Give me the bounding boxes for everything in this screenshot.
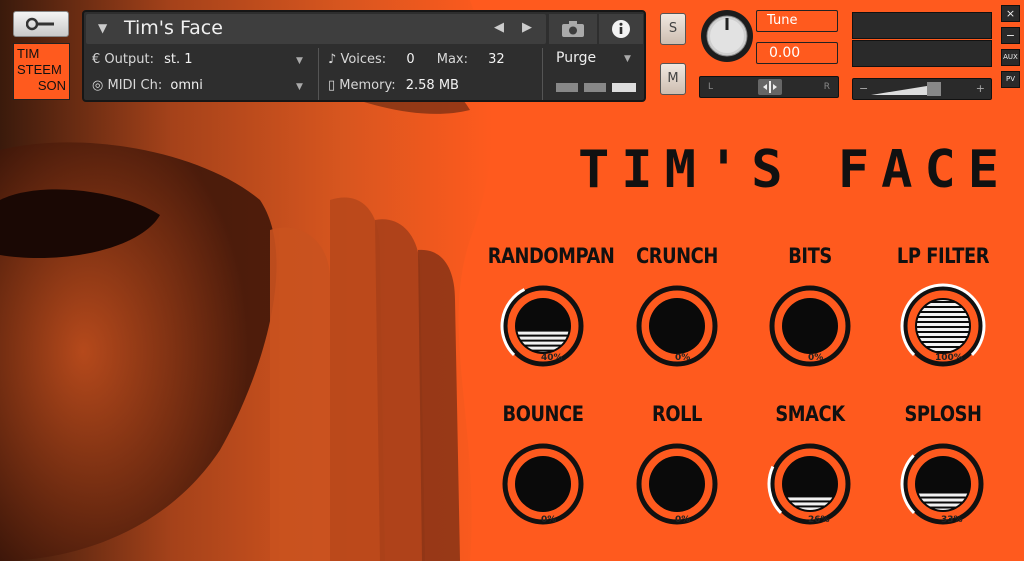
voices-label: Voices: [340, 52, 387, 67]
cpu-meter-segment [556, 83, 578, 92]
snapshot-button[interactable] [549, 14, 597, 44]
output-label: Output: [104, 52, 154, 67]
purge-menu[interactable]: Purge ▼ [546, 48, 642, 72]
pan-slider[interactable]: L R [699, 76, 839, 98]
tune-knob[interactable] [700, 9, 754, 63]
output-dropdown-icon[interactable]: ▼ [296, 56, 303, 66]
midi-value: omni [170, 78, 203, 93]
volume-plus-label: + [975, 82, 985, 95]
cpu-meter-segment [612, 83, 636, 92]
output-icon: € [92, 52, 105, 67]
instrument-title[interactable]: Tim's Face [124, 17, 223, 39]
knob-value-readout: 40% [541, 353, 563, 363]
knob-label: BOUNCE [502, 402, 584, 426]
memory-label: Memory: [339, 78, 396, 93]
knob-label: CRUNCH [636, 244, 718, 268]
title-row: ▼ Tim's Face ◀ ▶ [86, 14, 546, 44]
volume-ramp-icon [871, 82, 941, 96]
prev-instrument-icon[interactable]: ◀ [494, 20, 504, 35]
pan-right-label: R [823, 82, 830, 92]
tune-label: Tune [756, 10, 838, 32]
memory-value: 2.58 MB [405, 78, 459, 93]
output-selector[interactable]: € Output: st. 1 [92, 52, 193, 67]
logo-line: TIM [17, 46, 40, 61]
pan-center-icon [763, 81, 777, 93]
settings-wrench-button[interactable] [13, 11, 69, 37]
pan-slider-handle[interactable] [758, 79, 782, 95]
memory-display: ▯ Memory: 2.58 MB [328, 78, 459, 93]
info-icon [612, 20, 630, 38]
level-meter-right [852, 40, 992, 67]
knob-label: SMACK [775, 402, 845, 426]
instrument-header-panel: ▼ Tim's Face ◀ ▶ € Output: st. 1 ▼ ♪ Voi… [82, 10, 646, 102]
aux-button[interactable]: AUX [1001, 49, 1020, 66]
divider [542, 48, 543, 100]
midi-dropdown-icon[interactable]: ▼ [296, 82, 303, 92]
tune-value[interactable]: 0.00 [756, 42, 838, 64]
midi-icon: ◎ [92, 78, 108, 93]
collapse-caret-icon[interactable]: ▼ [98, 21, 107, 35]
knob-label: ROLL [652, 402, 702, 426]
tim-steemson-logo: TIM STEEM SON [13, 43, 70, 100]
knob-value-readout: 100% [935, 353, 963, 363]
midi-label: MIDI Ch: [107, 78, 163, 93]
close-button[interactable]: × [1001, 5, 1020, 22]
max-label: Max: [436, 52, 469, 67]
logo-line: SON [37, 78, 66, 93]
pv-button[interactable]: PV [1001, 71, 1020, 88]
divider [318, 48, 319, 100]
voices-value: 0 [406, 52, 415, 67]
knob-value-readout: 26% [808, 515, 830, 525]
knob-label: SPLOSH [904, 402, 982, 426]
minimize-button[interactable]: − [1001, 27, 1020, 44]
knob-value-readout: 0% [675, 515, 691, 525]
info-button[interactable] [599, 14, 643, 44]
voices-icon: ♪ [328, 52, 341, 67]
voices-display: ♪ Voices: 0 Max: 32 [328, 52, 505, 67]
wrench-icon [26, 17, 54, 31]
solo-button[interactable]: S [660, 13, 686, 45]
max-voices-value[interactable]: 32 [488, 52, 505, 67]
camera-icon [562, 21, 584, 37]
knob-value-readout: 0% [675, 353, 691, 363]
instrument-name-heading: TIM'S FACE [578, 140, 1012, 200]
next-instrument-icon[interactable]: ▶ [522, 20, 532, 35]
purge-dropdown-icon: ▼ [624, 54, 631, 64]
pan-left-label: L [708, 82, 714, 92]
cpu-meter-segment [584, 83, 606, 92]
memory-icon: ▯ [328, 78, 340, 93]
midi-channel-selector[interactable]: ◎ MIDI Ch: omni [92, 78, 203, 93]
knob-label: BITS [788, 244, 832, 268]
logo-line: STEEM [17, 62, 62, 77]
knob-label: RANDOMPAN [487, 244, 615, 268]
output-value: st. 1 [164, 52, 193, 67]
purge-label: Purge [556, 50, 597, 66]
volume-slider[interactable]: − + [852, 78, 992, 100]
knob-value-readout: 0% [808, 353, 824, 363]
volume-minus-label: − [859, 82, 869, 95]
level-meter-left [852, 12, 992, 39]
knob-value-readout: 33% [941, 515, 963, 525]
knob-label: LP FILTER [896, 244, 990, 268]
knob-value-readout: 0% [541, 515, 557, 525]
mute-button[interactable]: M [660, 63, 686, 95]
